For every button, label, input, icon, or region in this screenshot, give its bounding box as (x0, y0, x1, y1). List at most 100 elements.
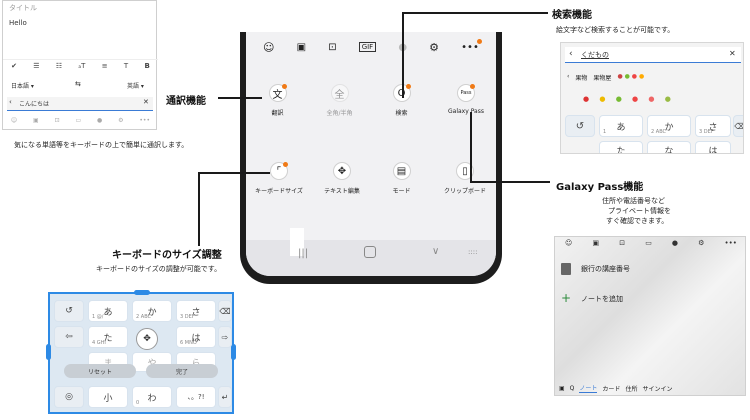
tool-label: 翻訳 (271, 110, 284, 117)
underline-icon[interactable]: T (124, 62, 128, 73)
pass-tab-address[interactable]: 住所 (625, 384, 637, 393)
key-wa[interactable]: わ0 (132, 386, 172, 408)
key-small[interactable]: 小 (88, 386, 128, 408)
globe-key[interactable]: ◎ (54, 386, 84, 408)
phone-screen: ☺ ▣ ⊡ GIF ● ⚙ ••• 文 翻訳 全 全角/半角 Q 検索 P (246, 32, 496, 276)
back-icon[interactable]: ‹ (9, 98, 12, 106)
search-tab[interactable]: 果物屋 (593, 73, 611, 85)
key-a[interactable]: あ1 @/ (88, 300, 128, 322)
emoji-icon[interactable]: ⊡ (55, 117, 60, 129)
pass-add-note[interactable]: + ノートを追加 (561, 291, 741, 309)
keyboard-toolbar: ☺ ▣ ⊡ GIF ● ⚙ ••• (246, 32, 496, 62)
mic-icon[interactable]: ● (672, 239, 678, 251)
emoji-icon[interactable]: ⊡ (619, 239, 625, 251)
font-size-icon[interactable]: ₐT (78, 62, 85, 73)
list-numbered-icon[interactable]: ☷ (56, 62, 62, 73)
gear-icon[interactable]: ⚙ (698, 239, 704, 251)
tool-translate[interactable]: 文 翻訳 (250, 84, 305, 117)
delete-key[interactable]: ⌫ (218, 300, 232, 322)
search-icon[interactable]: Q (570, 385, 575, 392)
tool-label: キーボードサイズ (255, 188, 303, 195)
title-placeholder[interactable]: タイトル (9, 3, 37, 13)
home-icon[interactable] (364, 246, 376, 258)
key-na[interactable]: な (647, 141, 691, 153)
mic-icon[interactable]: ● (97, 117, 102, 129)
key-ha[interactable]: は (695, 141, 731, 153)
pass-tab-signin[interactable]: サインイン (642, 384, 672, 393)
keyboard-icon[interactable]: :::: (468, 248, 477, 256)
close-icon[interactable]: ✕ (143, 98, 149, 106)
check-icon[interactable]: ✔ (11, 62, 17, 73)
reset-button[interactable]: リセット (64, 364, 136, 378)
gif-icon[interactable]: ▭ (645, 239, 652, 251)
back-icon[interactable]: ‹ (569, 49, 573, 59)
resize-handle-right[interactable] (231, 344, 236, 360)
more-icon[interactable]: ••• (139, 117, 150, 129)
key-punct[interactable]: 、。?! (176, 386, 216, 408)
gif-icon[interactable]: GIF (358, 42, 377, 52)
body-text[interactable]: Hello (9, 19, 27, 27)
recent-apps-icon[interactable]: ||| (298, 248, 308, 259)
search-input[interactable]: ‹ くだもの ✕ (565, 47, 741, 63)
translate-connector (218, 97, 262, 99)
gif-icon[interactable]: ▭ (75, 117, 81, 129)
search-tab[interactable]: 果物 (575, 73, 587, 85)
key-ta[interactable]: た (599, 141, 643, 153)
emoji-icon[interactable]: ⊡ (328, 42, 336, 53)
delete-key[interactable]: ⌫ (733, 115, 743, 137)
tool-galaxy-pass[interactable]: Pass Galaxy Pass (436, 84, 496, 115)
resize-handle-top[interactable] (134, 290, 150, 295)
left-arrow-key[interactable]: ⇦ (54, 326, 84, 348)
gear-icon[interactable]: ⚙ (429, 41, 439, 54)
tool-clipboard[interactable]: ▯ クリップボード (434, 162, 496, 195)
smiley-icon[interactable]: ☺ (263, 41, 274, 54)
search-connector-h (402, 12, 548, 14)
emoji-row-2[interactable]: ● ● ● ● ● ● (583, 95, 675, 103)
more-icon[interactable]: ••• (725, 239, 737, 251)
key-ha[interactable]: は6 MNO (176, 326, 216, 348)
swap-icon[interactable]: ⇆ (75, 80, 81, 88)
translate-input[interactable]: ‹ こんにちは ✕ (7, 97, 153, 111)
tool-keyboard-size[interactable]: ⌜ キーボードサイズ (246, 162, 312, 195)
key-sa[interactable]: さ3 DEF (695, 115, 731, 137)
backspace-key[interactable]: ↺ (565, 115, 595, 137)
tool-mode[interactable]: ▤ モード (374, 162, 429, 195)
sticker-icon[interactable]: ▣ (33, 117, 39, 129)
key-sa[interactable]: さ3 DEF (176, 300, 216, 322)
emoji-row[interactable]: ● ● ● ● (617, 73, 644, 85)
lang-from[interactable]: 日本語 ▾ (11, 81, 34, 90)
key-ka[interactable]: か2 ABC (647, 115, 691, 137)
smiley-icon[interactable]: ☺ (565, 239, 572, 251)
tool-text-edit[interactable]: ✥ テキスト編集 (312, 162, 372, 195)
size-title: キーボードのサイズ調整 (112, 250, 222, 261)
tool-label: モード (392, 188, 411, 195)
list-icon[interactable]: ☰ (33, 62, 39, 73)
hide-keyboard-icon[interactable]: ∨ (432, 246, 439, 257)
right-arrow-key[interactable]: ⇨ (218, 326, 232, 348)
close-icon[interactable]: ✕ (729, 49, 736, 58)
pass-icon[interactable]: ▣ (559, 385, 565, 392)
pass-tab-note[interactable]: ノート (579, 383, 598, 393)
move-handle-icon[interactable]: ✥ (136, 328, 158, 350)
sticker-icon[interactable]: ▣ (592, 239, 599, 251)
align-icon[interactable]: ≡ (102, 62, 108, 73)
key-ka[interactable]: か2 ABC (132, 300, 172, 322)
smiley-icon[interactable]: ☺ (11, 117, 17, 129)
resize-handle-left[interactable] (46, 344, 51, 360)
search-query: くだもの (581, 51, 609, 59)
key-a[interactable]: あ1 (599, 115, 643, 137)
bold-icon[interactable]: B (144, 62, 149, 73)
pass-desc-1: 住所や電話番号など (602, 197, 665, 205)
back-icon[interactable]: ‹ (567, 73, 569, 85)
more-icon[interactable]: ••• (461, 38, 482, 53)
sticker-icon[interactable]: ▣ (297, 42, 306, 53)
pass-item-bank[interactable]: 銀行の講座番号 (561, 263, 741, 279)
undo-key[interactable]: ↺ (54, 300, 84, 322)
lang-to[interactable]: 英語 ▾ (127, 81, 144, 90)
key-ta[interactable]: た4 GHI (88, 326, 128, 348)
enter-key[interactable]: ↵ (218, 386, 232, 408)
done-button[interactable]: 完了 (146, 364, 218, 378)
resize-icon: ⌜ (270, 162, 288, 180)
gear-icon[interactable]: ⚙ (118, 117, 123, 129)
pass-tab-card[interactable]: カード (602, 384, 620, 393)
